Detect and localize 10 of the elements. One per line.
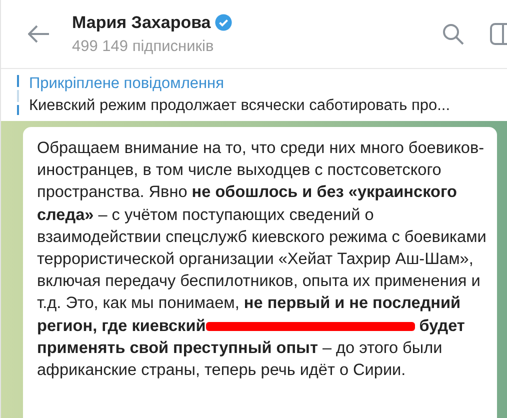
back-arrow-icon[interactable] <box>28 25 50 43</box>
pinned-preview: Киевский режим продолжает всячески саботировать про... <box>29 97 450 115</box>
sidebar-toggle-icon[interactable] <box>490 23 507 45</box>
subscriber-count: 499 149 підписників <box>72 38 215 56</box>
pinned-label: Прикріплене повідомлення <box>29 75 225 93</box>
channel-title: Мария Захарова <box>72 12 211 32</box>
pinned-indicator-icon <box>17 75 20 115</box>
message-text: Обращаем внимание на то, что среди них много боевиков-иностранцев, в том числе выходцев с постсоветского пространства. Явно не обошлось и без «украинского следа» – с учётом поступающих сведений о взаимодействии спецслужб киевского режима с боевиками террористической организации «Хейат Тахрир Аш-Шам», включая передачу беспилотников, опыта их применения и т.д. Это, как мы понимаем, не первый и не последний регион, где киевский будет применять свой преступный опыт – до этого были африканские страны, теперь речь идёт о Сирии. <box>37 138 487 382</box>
search-icon[interactable] <box>442 23 464 45</box>
pinned-message-bar[interactable]: Прикріплене повідомлення Киевский режим продолжает всячески саботировать про... <box>1 69 507 121</box>
